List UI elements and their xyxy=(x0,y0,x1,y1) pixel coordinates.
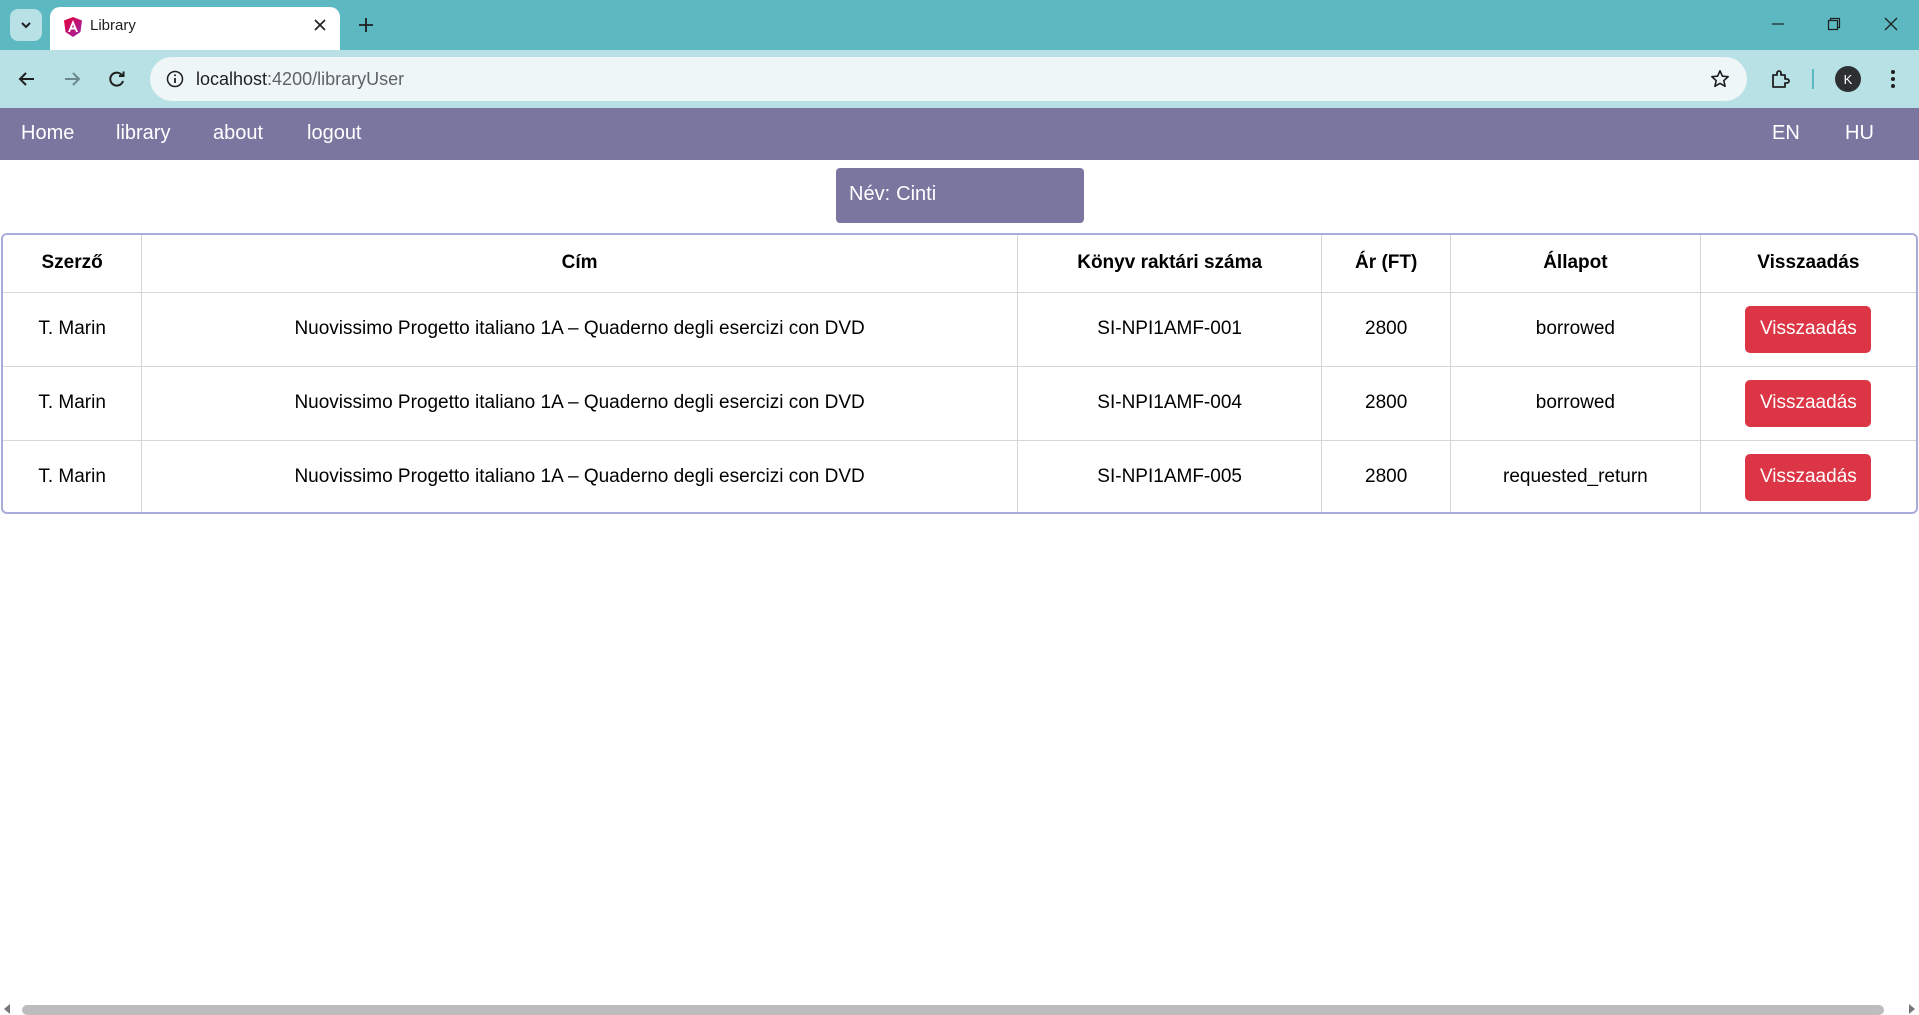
close-window-icon xyxy=(1884,17,1898,31)
cell-action: Visszaadás xyxy=(1699,291,1916,367)
close-icon xyxy=(314,19,326,31)
forward-icon xyxy=(65,72,81,86)
lang-en-link[interactable]: EN xyxy=(1772,122,1800,145)
cell-author: T. Marin xyxy=(3,365,143,441)
cell-stock-id: SI-NPI1AMF-004 xyxy=(1016,365,1323,441)
nav-home-link[interactable]: Home xyxy=(21,122,74,145)
header-status: Állapot xyxy=(1450,235,1701,293)
angular-favicon-icon xyxy=(64,17,82,37)
borrowed-books-table: Szerző Cím Könyv raktári száma Ár (FT) Á… xyxy=(1,233,1918,514)
tab-library[interactable]: Library xyxy=(50,7,340,50)
kebab-menu-icon xyxy=(1891,70,1895,88)
close-window-button[interactable] xyxy=(1871,8,1911,40)
forward-button[interactable] xyxy=(55,62,89,96)
nav-library-link[interactable]: library xyxy=(116,122,170,145)
back-icon xyxy=(18,72,34,86)
header-stock-id: Könyv raktári száma xyxy=(1016,235,1323,293)
table-header-row: Szerző Cím Könyv raktári száma Ár (FT) Á… xyxy=(3,235,1916,293)
user-name-label: Név: xyxy=(849,183,891,205)
table-row: T. Marin Nuovissimo Progetto italiano 1A… xyxy=(3,439,1916,512)
cell-title: Nuovissimo Progetto italiano 1A – Quader… xyxy=(141,439,1018,512)
cell-price: 2800 xyxy=(1321,291,1452,367)
tab-close-button[interactable] xyxy=(308,13,332,37)
app-navbar: Home library about logout EN HU xyxy=(0,108,1919,160)
extensions-button[interactable] xyxy=(1764,62,1798,96)
tab-title: Library xyxy=(90,17,136,34)
plus-icon xyxy=(359,18,373,32)
cell-action: Visszaadás xyxy=(1699,365,1916,441)
cell-status: requested_return xyxy=(1450,439,1701,512)
back-button[interactable] xyxy=(10,62,44,96)
cell-stock-id: SI-NPI1AMF-005 xyxy=(1016,439,1323,512)
lang-hu-link[interactable]: HU xyxy=(1845,122,1874,145)
user-name-box: Név: Cinti xyxy=(836,168,1084,223)
reload-icon xyxy=(109,71,125,87)
minimize-button[interactable] xyxy=(1758,8,1798,40)
address-bar[interactable]: localhost:4200/libraryUser xyxy=(150,57,1747,101)
table-row: T. Marin Nuovissimo Progetto italiano 1A… xyxy=(3,291,1916,367)
star-icon xyxy=(1711,70,1729,88)
minimize-icon xyxy=(1772,23,1784,25)
browser-toolbar: localhost:4200/libraryUser K xyxy=(0,50,1919,108)
horizontal-scrollbar[interactable] xyxy=(0,999,1919,1015)
header-return: Visszaadás xyxy=(1699,235,1916,293)
url-host: localhost xyxy=(196,69,268,89)
toolbar-separator xyxy=(1812,69,1814,89)
profile-avatar[interactable]: K xyxy=(1835,66,1861,92)
site-info-button[interactable] xyxy=(160,64,190,94)
browser-menu-button[interactable] xyxy=(1876,62,1910,96)
url-path: :4200/libraryUser xyxy=(267,69,405,89)
nav-logout-link[interactable]: logout xyxy=(307,122,362,145)
cell-status: borrowed xyxy=(1450,365,1701,441)
url-text: localhost:4200/libraryUser xyxy=(196,69,404,90)
restore-button[interactable] xyxy=(1814,8,1854,40)
cell-status: borrowed xyxy=(1450,291,1701,367)
cell-title: Nuovissimo Progetto italiano 1A – Quader… xyxy=(141,365,1018,441)
scroll-left-arrow-icon[interactable] xyxy=(4,1004,10,1014)
header-title: Cím xyxy=(141,235,1018,293)
new-tab-button[interactable] xyxy=(352,11,380,39)
header-price: Ár (FT) xyxy=(1321,235,1452,293)
reload-button[interactable] xyxy=(100,62,134,96)
tab-strip: Library xyxy=(0,0,1919,50)
return-button[interactable]: Visszaadás xyxy=(1745,453,1872,501)
cell-title: Nuovissimo Progetto italiano 1A – Quader… xyxy=(141,291,1018,367)
cell-author: T. Marin xyxy=(3,439,143,512)
table-row: T. Marin Nuovissimo Progetto italiano 1A… xyxy=(3,365,1916,441)
cell-stock-id: SI-NPI1AMF-001 xyxy=(1016,291,1323,367)
tab-search-button[interactable] xyxy=(10,9,42,41)
tab-search-icon xyxy=(21,22,31,29)
nav-about-link[interactable]: about xyxy=(213,122,263,145)
cell-price: 2800 xyxy=(1321,365,1452,441)
scroll-right-arrow-icon[interactable] xyxy=(1909,1004,1915,1014)
site-info-icon xyxy=(166,70,184,88)
extensions-icon xyxy=(1772,70,1790,88)
cell-author: T. Marin xyxy=(3,291,143,367)
header-author: Szerző xyxy=(3,235,143,293)
restore-icon xyxy=(1827,17,1841,31)
scrollbar-thumb[interactable] xyxy=(22,1005,1884,1015)
browser-chrome: Library localhost:4200/libraryUser K xyxy=(0,0,1919,108)
cell-price: 2800 xyxy=(1321,439,1452,512)
return-button[interactable]: Visszaadás xyxy=(1745,379,1872,427)
return-button[interactable]: Visszaadás xyxy=(1745,305,1872,353)
user-name-value: Cinti xyxy=(896,183,937,205)
cell-action: Visszaadás xyxy=(1699,439,1916,512)
bookmark-button[interactable] xyxy=(1707,66,1733,92)
